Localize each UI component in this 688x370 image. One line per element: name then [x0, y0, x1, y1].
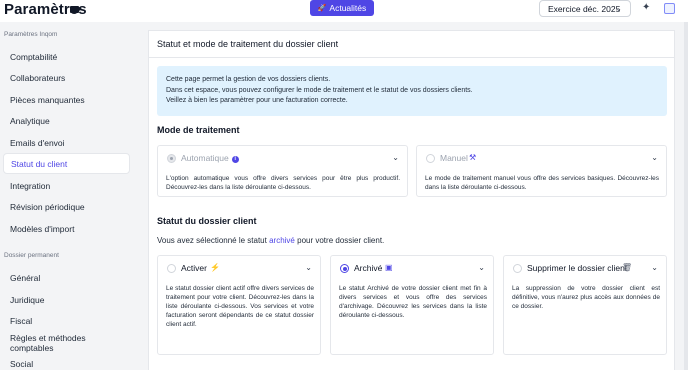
archive-radio[interactable]	[340, 264, 349, 273]
divider	[149, 57, 674, 58]
mode-auto-card[interactable]: Automatique i ⌄ L'option automatique vous…	[157, 145, 408, 197]
chevron-down-icon: ⌄	[615, 4, 622, 13]
chevron-down-icon[interactable]: ⌄	[651, 153, 658, 162]
mode-manual-card[interactable]: Manuel ⚒ ⌄ Le mode de traitement manuel …	[416, 145, 667, 197]
info-line: Cette page permet la gestion de vos doss…	[166, 76, 331, 83]
info-line: Veillez à bien les paramètrer pour une f…	[166, 97, 348, 104]
scrollbar[interactable]	[684, 22, 688, 370]
sidebar-item-integration[interactable]: Integration	[3, 175, 130, 196]
mode-auto-radio[interactable]	[167, 154, 176, 163]
sidebar-section-dossier-permanent: Dossier permanent	[4, 252, 59, 259]
sidebar-item-regles-methodes[interactable]: Règles et méthodes comptables	[3, 332, 130, 353]
info-icon: i	[231, 156, 239, 163]
sparkle-icon[interactable]: ✦	[642, 2, 650, 13]
activer-label: Activer	[181, 263, 207, 273]
sidebar-item-juridique[interactable]: Juridique	[3, 289, 130, 310]
statut-heading: Statut du dossier client	[157, 216, 257, 226]
sidebar-section-inqom: Paramètres Inqom	[4, 31, 58, 38]
main-panel: Statut et mode de traitement du dossier …	[148, 30, 675, 370]
statut-value: archivé	[269, 236, 295, 245]
mode-auto-desc: L'option automatique vous offre divers s…	[166, 175, 400, 191]
statut-activer-card[interactable]: Activer ⚡ ⌄ Le statut dossier client act…	[157, 255, 321, 355]
mode-auto-label: Automatique i	[181, 153, 239, 163]
sidebar-item-collaborateurs[interactable]: Collaborateurs	[3, 67, 130, 88]
mode-manual-label: Manuel	[440, 153, 468, 163]
archive-desc: Le statut Archivé de votre dossier clien…	[339, 285, 487, 319]
chevron-down-icon[interactable]: ⌄	[305, 263, 312, 272]
activer-radio[interactable]	[167, 264, 176, 273]
sidebar-item-general[interactable]: Général	[3, 267, 130, 288]
sidebar-item-pieces-manquantes[interactable]: Pièces manquantes	[3, 89, 130, 110]
sidebar-item-comptabilite[interactable]: Comptabilité	[3, 46, 130, 67]
supprimer-desc: La suppression de votre dossier client e…	[512, 285, 660, 310]
sidebar-item-modeles-import[interactable]: Modèles d'import	[3, 218, 130, 239]
chevron-down-icon[interactable]: ⌄	[392, 153, 399, 162]
info-line: Dans cet espace, vous pouvez configurer …	[166, 86, 473, 94]
video-icon[interactable]	[70, 6, 82, 13]
supprimer-radio[interactable]	[513, 264, 522, 273]
sidebar-item-emails-envoi[interactable]: Emails d'envoi	[3, 132, 130, 153]
archive-icon: ▣	[385, 263, 393, 272]
sidebar-item-statut-client[interactable]: Statut du client	[3, 153, 130, 174]
statut-suffix: pour votre dossier client.	[297, 236, 385, 245]
statut-supprimer-card[interactable]: Supprimer le dossier client 🗑 ⌄ La suppr…	[503, 255, 667, 355]
sidebar-item-social[interactable]: Social	[3, 353, 130, 370]
statut-sentence: Vous avez sélectionné le statut archivé …	[157, 236, 384, 245]
mode-heading: Mode de traitement	[157, 125, 240, 135]
chevron-down-icon[interactable]: ⌄	[651, 263, 658, 272]
hammer-icon: ⚒	[469, 153, 477, 162]
exercise-select-value: Exercice déc. 2025	[548, 3, 621, 14]
panel-title: Statut et mode de traitement du dossier …	[157, 39, 339, 49]
info-box: Cette page permet la gestion de vos doss…	[157, 66, 667, 116]
panel-toggle-icon[interactable]	[664, 3, 675, 14]
bolt-icon: ⚡	[210, 263, 220, 272]
activer-desc: Le statut dossier client actif offre div…	[166, 285, 314, 328]
sidebar-item-fiscal[interactable]: Fiscal	[3, 310, 130, 331]
statut-prefix: Vous avez sélectionné le statut	[157, 236, 267, 245]
news-button-label: Actualités	[329, 3, 367, 13]
sidebar: Paramètres Inqom Comptabilité Collaborat…	[0, 22, 140, 370]
top-bar: Paramètres 🚀 Actualités Exercice déc. 20…	[0, 0, 688, 22]
chevron-down-icon[interactable]: ⌄	[478, 263, 485, 272]
statut-archive-card[interactable]: Archivé ▣ ⌄ Le statut Archivé de votre d…	[330, 255, 494, 355]
rocket-icon: 🚀	[317, 5, 327, 12]
archive-label: Archivé	[354, 263, 383, 273]
mode-manual-desc: Le mode de traitement manuel vous offre …	[425, 175, 659, 191]
supprimer-label: Supprimer le dossier client	[527, 263, 628, 273]
exercise-select[interactable]: Exercice déc. 2025 ⌄	[539, 0, 631, 17]
trash-icon: 🗑	[622, 263, 633, 272]
news-button[interactable]: 🚀 Actualités	[310, 0, 374, 16]
mode-manual-radio[interactable]	[426, 154, 435, 163]
sidebar-item-analytique[interactable]: Analytique	[3, 110, 130, 131]
sidebar-item-revision-periodique[interactable]: Révision périodique	[3, 196, 130, 217]
